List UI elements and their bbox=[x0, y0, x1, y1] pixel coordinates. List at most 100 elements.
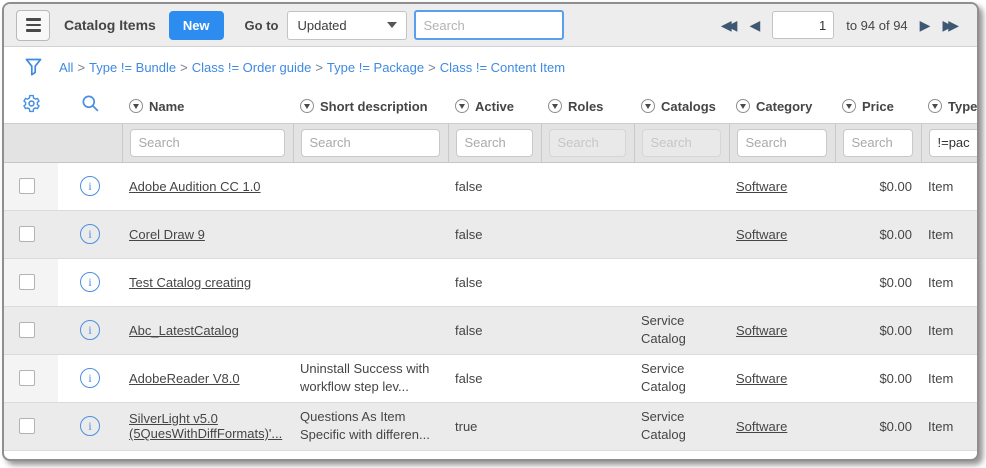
catalogs-cell bbox=[634, 162, 729, 210]
column-menu-icon[interactable] bbox=[928, 99, 942, 113]
column-menu-icon[interactable] bbox=[129, 99, 143, 113]
catalog-items-table: Name Short description Active Roles Cata… bbox=[4, 88, 979, 451]
first-page-icon[interactable]: ◀◀ bbox=[721, 18, 738, 32]
breadcrumb-link-type-package[interactable]: Type != Package bbox=[327, 60, 424, 75]
breadcrumb-link-type-bundle[interactable]: Type != Bundle bbox=[89, 60, 176, 75]
row-checkbox[interactable] bbox=[19, 322, 35, 338]
price-cell: $0.00 bbox=[835, 306, 921, 354]
info-icon[interactable]: i bbox=[80, 416, 100, 436]
search-icon[interactable] bbox=[81, 94, 100, 113]
category-link[interactable]: Software bbox=[736, 179, 787, 194]
breadcrumb-link-class-content-item[interactable]: Class != Content Item bbox=[440, 60, 565, 75]
page-number-input[interactable] bbox=[772, 11, 834, 39]
column-menu-icon[interactable] bbox=[736, 99, 750, 113]
row-checkbox[interactable] bbox=[19, 418, 35, 434]
type-cell: Item bbox=[921, 402, 979, 450]
column-menu-icon[interactable] bbox=[300, 99, 314, 113]
filter-icon[interactable] bbox=[25, 58, 42, 77]
short-description-cell bbox=[293, 258, 448, 306]
category-link[interactable]: Software bbox=[736, 371, 787, 386]
short-description-cell bbox=[293, 210, 448, 258]
next-page-icon[interactable]: ▶ bbox=[920, 18, 931, 32]
active-cell: false bbox=[448, 354, 541, 402]
column-header-short-description[interactable]: Short description bbox=[300, 99, 428, 114]
breadcrumb-link-class-order-guide[interactable]: Class != Order guide bbox=[192, 60, 312, 75]
price-cell: $0.00 bbox=[835, 402, 921, 450]
item-name-link[interactable]: SilverLight v5.0 (5QuesWithDiffFormats)'… bbox=[129, 411, 282, 441]
item-name-link[interactable]: Corel Draw 9 bbox=[129, 227, 205, 242]
filter-input-active[interactable] bbox=[456, 129, 533, 157]
catalogs-cell: Service Catalog bbox=[634, 306, 729, 354]
item-name-link[interactable]: AdobeReader V8.0 bbox=[129, 371, 240, 386]
info-icon[interactable]: i bbox=[80, 368, 100, 388]
active-cell: true bbox=[448, 402, 541, 450]
item-name-link[interactable]: Abc_LatestCatalog bbox=[129, 323, 239, 338]
category-link[interactable]: Software bbox=[736, 419, 787, 434]
price-cell: $0.00 bbox=[835, 258, 921, 306]
roles-cell bbox=[541, 402, 634, 450]
active-cell: false bbox=[448, 258, 541, 306]
column-header-name[interactable]: Name bbox=[129, 99, 184, 114]
catalogs-cell: Service Catalog bbox=[634, 402, 729, 450]
filter-input-name[interactable] bbox=[130, 129, 285, 157]
column-menu-icon[interactable] bbox=[842, 99, 856, 113]
info-icon[interactable]: i bbox=[80, 224, 100, 244]
gear-icon[interactable] bbox=[22, 94, 41, 113]
column-menu-icon[interactable] bbox=[641, 99, 655, 113]
chevron-down-icon bbox=[387, 22, 397, 28]
goto-search-input[interactable] bbox=[414, 10, 564, 40]
breadcrumb-link-all[interactable]: All bbox=[59, 60, 73, 75]
column-header-roles[interactable]: Roles bbox=[548, 99, 603, 114]
table-row: i Test Catalog creating false $0.00 Item bbox=[4, 258, 979, 306]
pagination: ◀◀ ◀ to 94 of 94 ▶ ▶▶ bbox=[721, 11, 959, 39]
row-checkbox[interactable] bbox=[19, 178, 35, 194]
column-header-category[interactable]: Category bbox=[736, 99, 812, 114]
category-link[interactable]: Software bbox=[736, 227, 787, 242]
row-checkbox[interactable] bbox=[19, 274, 35, 290]
breadcrumb: All>Type != Bundle>Class != Order guide>… bbox=[59, 60, 565, 75]
list-header: Catalog Items New Go to Updated ◀◀ ◀ to … bbox=[4, 4, 977, 47]
filter-input-short-description[interactable] bbox=[301, 129, 440, 157]
item-name-link[interactable]: Test Catalog creating bbox=[129, 275, 251, 290]
category-link[interactable]: Software bbox=[736, 323, 787, 338]
filter-input-category[interactable] bbox=[737, 129, 827, 157]
goto-select[interactable]: Updated bbox=[287, 11, 407, 40]
column-header-price[interactable]: Price bbox=[842, 99, 894, 114]
table-row: i Abc_LatestCatalog false Service Catalo… bbox=[4, 306, 979, 354]
catalogs-cell bbox=[634, 258, 729, 306]
row-checkbox[interactable] bbox=[19, 226, 35, 242]
goto-label: Go to bbox=[245, 18, 279, 33]
info-icon[interactable]: i bbox=[80, 176, 100, 196]
catalogs-cell bbox=[634, 210, 729, 258]
page-title: Catalog Items bbox=[64, 17, 156, 33]
column-menu-icon[interactable] bbox=[548, 99, 562, 113]
short-description-cell bbox=[293, 306, 448, 354]
column-header-active[interactable]: Active bbox=[455, 99, 514, 114]
short-description-cell bbox=[293, 162, 448, 210]
new-button[interactable]: New bbox=[169, 11, 224, 40]
row-checkbox[interactable] bbox=[19, 370, 35, 386]
table-row: i Adobe Audition CC 1.0 false Software $… bbox=[4, 162, 979, 210]
filter-input-price[interactable] bbox=[843, 129, 913, 157]
previous-page-icon[interactable]: ◀ bbox=[749, 18, 760, 32]
type-cell: Item bbox=[921, 210, 979, 258]
short-description-cell: Uninstall Success with workflow step lev… bbox=[293, 354, 448, 402]
item-name-link[interactable]: Adobe Audition CC 1.0 bbox=[129, 179, 261, 194]
filter-input-type[interactable] bbox=[929, 129, 980, 157]
column-header-type[interactable]: Type bbox=[928, 99, 977, 114]
active-cell: false bbox=[448, 162, 541, 210]
hamburger-icon bbox=[26, 18, 41, 32]
info-icon[interactable]: i bbox=[80, 272, 100, 292]
column-menu-icon[interactable] bbox=[455, 99, 469, 113]
short-description-cell: Questions As Item Specific with differen… bbox=[293, 402, 448, 450]
roles-cell bbox=[541, 210, 634, 258]
catalogs-cell: Service Catalog bbox=[634, 354, 729, 402]
column-header-catalogs[interactable]: Catalogs bbox=[641, 99, 716, 114]
roles-cell bbox=[541, 258, 634, 306]
type-cell: Item bbox=[921, 162, 979, 210]
price-cell: $0.00 bbox=[835, 210, 921, 258]
menu-button[interactable] bbox=[16, 10, 50, 41]
table-row: i Corel Draw 9 false Software $0.00 Item bbox=[4, 210, 979, 258]
last-page-icon[interactable]: ▶▶ bbox=[942, 18, 959, 32]
info-icon[interactable]: i bbox=[80, 320, 100, 340]
